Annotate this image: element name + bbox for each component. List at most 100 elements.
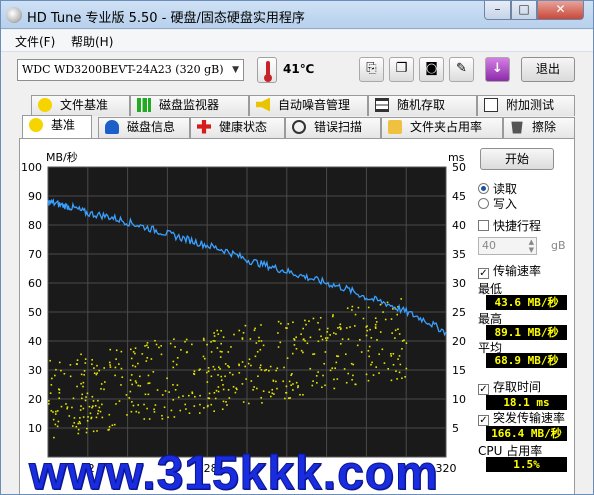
tab-file-benchmark[interactable]: 文件基准 [31,95,130,116]
access-time-point [292,383,294,385]
access-time-point [269,365,272,368]
access-time-point [221,350,223,353]
access-time-point [332,314,334,316]
access-time-point [335,333,337,335]
access-time-point [146,342,149,344]
tab-aam[interactable]: 自动噪音管理 [249,95,368,116]
access-time-point [217,333,220,335]
access-time-point [81,397,83,400]
access-time-point [312,317,315,320]
access-time-point [220,342,222,345]
access-time-point [329,369,332,372]
access-time-point [90,416,93,419]
access-time-point [395,370,397,372]
access-time-point [367,379,370,382]
access-time-point [73,422,76,424]
radio-dot-selected [478,183,489,194]
access-time-point [321,386,323,389]
access-time-point [326,337,329,339]
access-time-point [367,349,370,352]
minimize-button[interactable]: – [484,1,511,20]
access-time-point [82,416,85,418]
tab-erase[interactable]: 擦除 [503,117,575,138]
close-button[interactable]: ✕ [537,1,584,20]
access-time-point [222,388,225,391]
access-time-point [160,353,163,356]
start-button[interactable]: 开始 [480,148,554,170]
screenshot-button[interactable]: ◙ [419,57,444,82]
short-stroke-checkbox[interactable]: 快捷行程 [478,219,541,234]
access-time-point [324,337,327,339]
access-time-point [134,352,136,355]
tab-disk-info[interactable]: 磁盘信息 [98,117,190,138]
burst-rate-checkbox[interactable]: ✓ 突发传输速率 [478,411,565,426]
access-time-point [148,418,151,420]
folder-icon [388,119,402,134]
access-time-point [92,400,95,402]
access-time-point [158,346,160,349]
access-time-point [325,339,328,342]
access-time-point [60,369,62,372]
access-time-point [180,349,182,351]
access-time-point [60,405,63,408]
access-time-point [207,367,210,369]
access-time-point [365,373,368,376]
access-time-point [85,396,87,398]
access-time-point [247,362,250,365]
access-time-point [103,367,105,369]
access-time-point [245,378,247,380]
menu-file[interactable]: 文件(F) [15,33,55,50]
access-time-point [304,319,306,322]
access-time-point [215,389,218,392]
access-time-point [166,377,168,380]
access-time-value: 18.1 ms [486,395,567,410]
drive-select[interactable]: WDC WD3200BEVT-24A23 (320 gB) ▼ [17,59,244,81]
access-time-point [218,366,220,368]
access-time-point [101,416,104,419]
maximize-button[interactable]: □ [511,1,537,20]
read-radio[interactable]: 读取 [478,182,568,197]
access-time-point [382,311,384,313]
access-time-checkbox[interactable]: ✓ 存取时间 [478,380,541,395]
tab-random-access[interactable]: 随机存取 [368,95,477,116]
write-radio[interactable]: 写入 [478,197,568,212]
access-time-point [77,422,80,425]
y-left-tick-label: 40 [28,335,42,348]
access-time-point [128,397,131,399]
copy-text-button[interactable]: ⎘ [359,57,384,82]
access-time-point [375,321,378,323]
exit-button[interactable]: 退出 [521,57,575,82]
options-button[interactable]: ✎ [449,57,474,82]
access-time-point [108,428,110,431]
transfer-rate-checkbox[interactable]: ✓ 传输速率 [478,264,541,279]
access-time-point [176,356,179,359]
access-time-point [75,363,78,365]
tab-error-scan[interactable]: 错误扫描 [285,117,381,138]
access-time-point [95,416,98,419]
tab-extra-tests[interactable]: 附加测试 [477,95,575,116]
access-time-point [250,364,252,367]
y-left-tick-label: 90 [28,190,42,203]
tab-disk-monitor[interactable]: 磁盘监视器 [130,95,249,116]
access-time-point [198,412,201,414]
bar-chart-icon [137,97,151,112]
menu-help[interactable]: 帮助(H) [71,33,113,50]
grid-icon [375,97,389,112]
tab-health[interactable]: 健康状态 [190,117,285,138]
access-time-point [338,326,341,328]
access-time-point [71,425,74,427]
save-button[interactable]: ↓ [485,57,510,82]
copy-info-button[interactable]: ❐ [389,57,414,82]
access-time-point [319,316,322,319]
short-stroke-input[interactable]: 40 ▲ ▼ [478,237,537,255]
y-right-tick-label: 10 [452,393,466,406]
access-time-point [241,383,244,385]
access-time-point [244,324,247,327]
access-time-point [331,315,334,318]
access-time-point [222,400,225,403]
access-time-point [397,328,399,330]
tab-benchmark[interactable]: 基准 [22,115,92,138]
access-time-point [276,367,279,370]
access-time-point [141,353,144,355]
tab-folder-usage[interactable]: 文件夹占用率 [381,117,503,138]
